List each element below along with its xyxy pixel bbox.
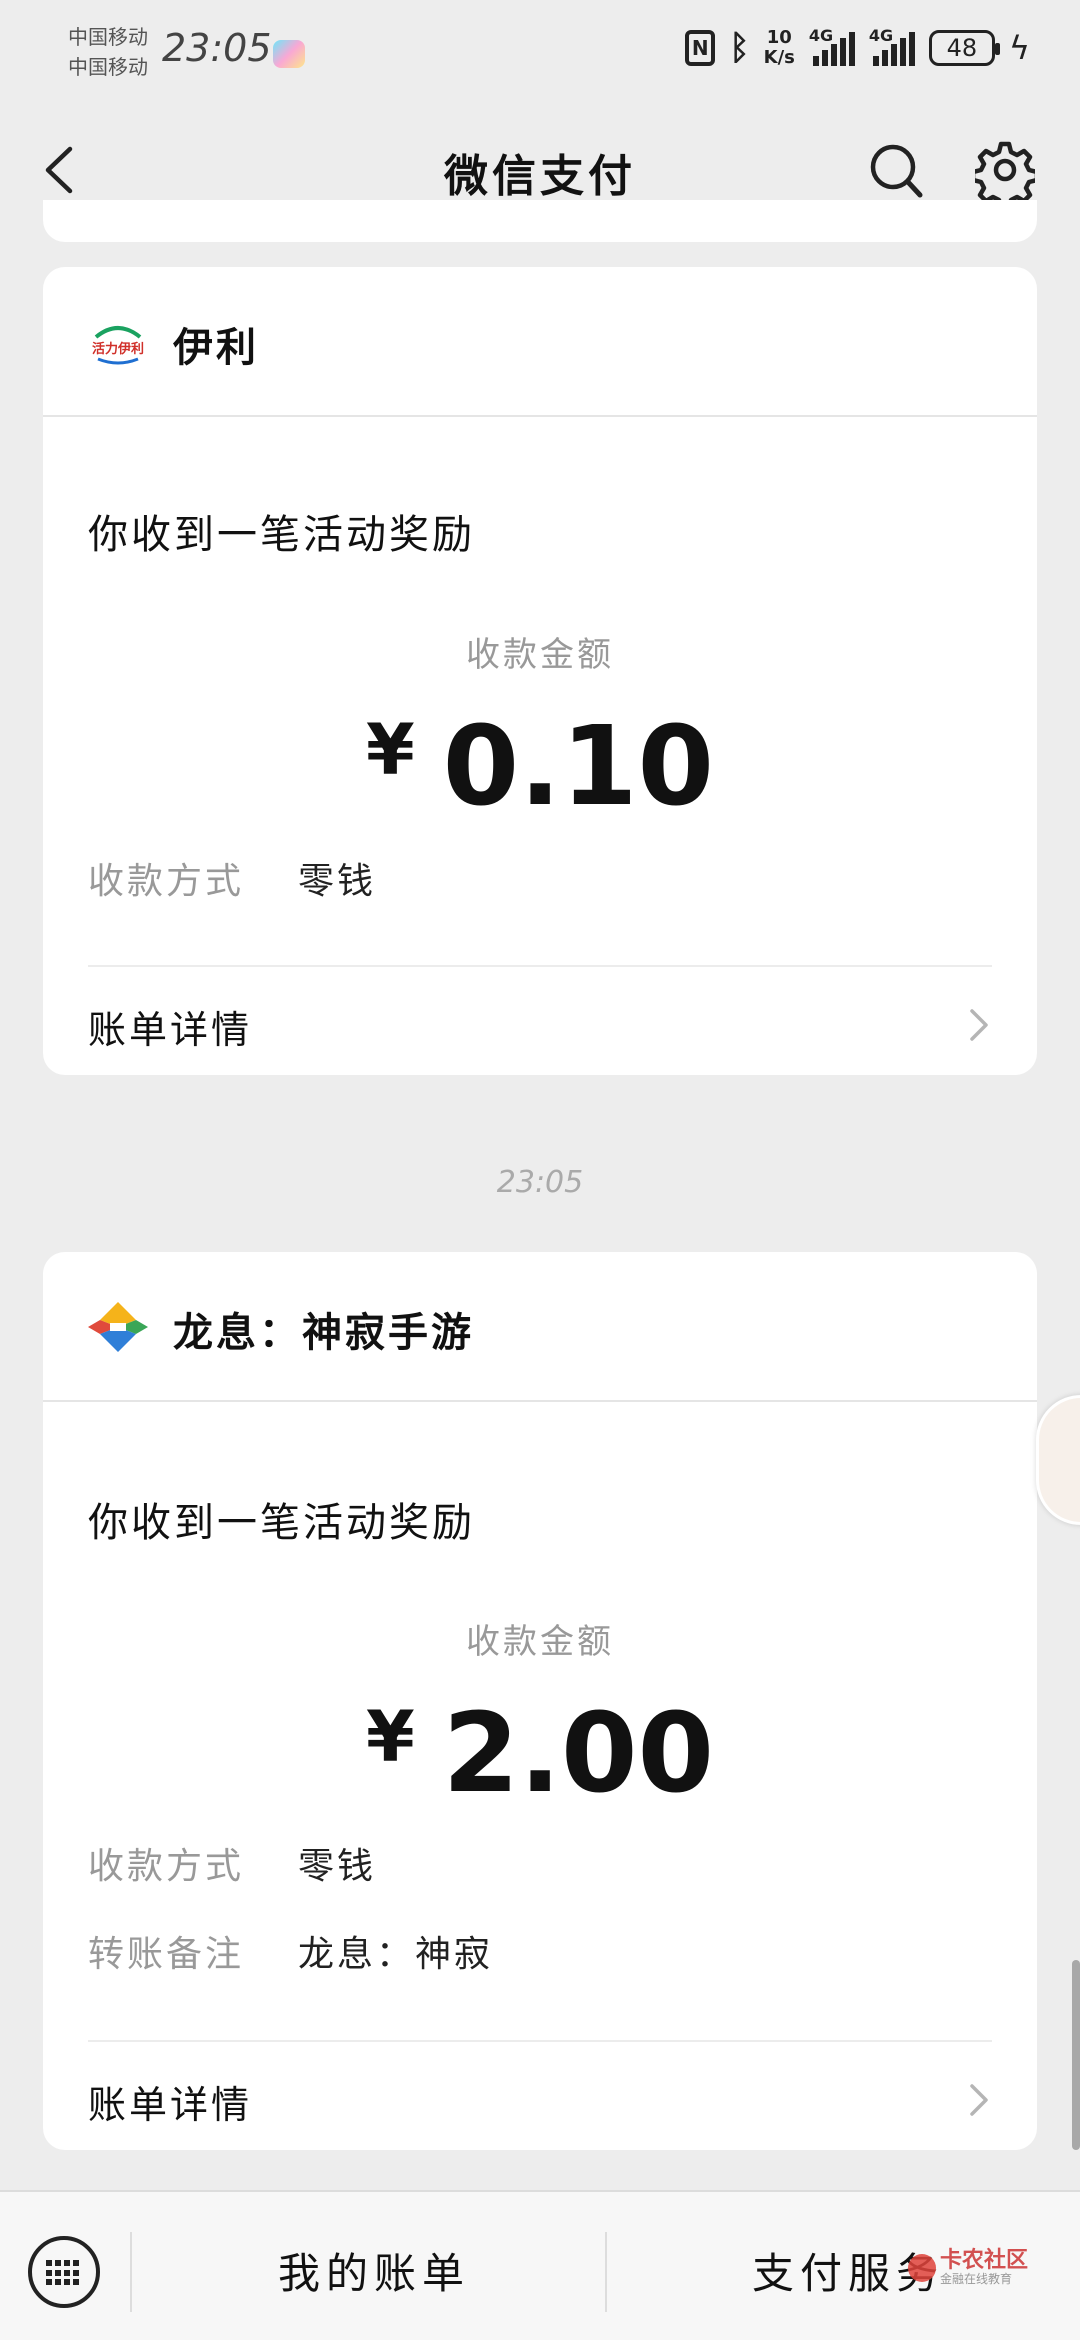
signal-bar <box>848 32 855 66</box>
signal-bar <box>899 38 906 66</box>
signal-icon-2: 4G <box>869 26 915 66</box>
previous-message-card <box>43 200 1037 242</box>
keyboard-toggle-button[interactable] <box>28 2236 100 2308</box>
message-title: 你收到一笔活动奖励 <box>88 512 475 558</box>
amount-value: ¥0.10 <box>43 702 1037 830</box>
payment-method-value: 零钱 <box>298 861 377 902</box>
status-time: 23:05 <box>162 26 272 70</box>
signal-bar <box>881 50 888 66</box>
status-indicators: N ᛒ 10 K/s 4G 4G 48 ϟ <box>685 26 1030 68</box>
gear-icon <box>970 141 1040 211</box>
merchant-name: 龙息：神寂手游 <box>173 1309 474 1356</box>
nfc-icon: N <box>685 30 716 66</box>
yili-logo-text: 活力伊利 <box>92 341 144 357</box>
bill-details-label: 账单详情 <box>88 1008 253 1052</box>
amount-number: 0.10 <box>442 702 715 830</box>
payment-method-label: 收款方式 <box>88 861 245 902</box>
watermark-text: 卡农社区 <box>940 2248 1029 2273</box>
settings-button[interactable] <box>970 140 1040 211</box>
signal-bar <box>890 44 897 66</box>
bill-details-link[interactable]: 账单详情 <box>88 2060 992 2140</box>
merchant-header[interactable]: 龙息：神寂手游 <box>43 1252 1037 1402</box>
payment-message-card: 活力伊利 伊利 你收到一笔活动奖励 收款金额 ¥0.10 收款方式 零钱 账单详… <box>43 267 1037 1075</box>
watermark: 卡农社区 金融在线教育 <box>908 2250 1028 2286</box>
divider <box>130 2232 132 2312</box>
amount-label: 收款金额 <box>466 1622 614 1662</box>
payment-message-card: 龙息：神寂手游 你收到一笔活动奖励 收款金额 ¥2.00 收款方式 零钱 转账备… <box>43 1252 1037 2150</box>
signal-1-label: 4G <box>808 26 834 45</box>
my-bills-tab[interactable]: 我的账单 <box>278 2240 470 2301</box>
message-title: 你收到一笔活动奖励 <box>88 1500 475 1546</box>
bill-details-link[interactable]: 账单详情 <box>88 985 992 1065</box>
battery-icon: 48 <box>928 30 1000 66</box>
merchant-name: 伊利 <box>173 324 259 371</box>
signal-bar <box>872 56 879 66</box>
signal-bar <box>908 32 915 66</box>
currency-symbol: ¥ <box>365 709 415 791</box>
notification-app-icon <box>273 40 305 68</box>
search-icon <box>870 144 923 198</box>
watermark-subtext: 金融在线教育 <box>940 2272 1013 2286</box>
net-speed-value: 10 <box>766 27 792 48</box>
net-speed: 10 K/s <box>764 28 795 68</box>
signal-bar <box>830 44 837 66</box>
merchant-header[interactable]: 活力伊利 伊利 <box>43 267 1037 417</box>
game-logo-icon <box>88 1302 148 1352</box>
keyboard-icon <box>46 2260 82 2286</box>
amount-number: 2.00 <box>442 1689 715 1817</box>
transfer-note-label: 转账备注 <box>88 1934 245 1975</box>
carrier-2: 中国移动 <box>68 55 148 79</box>
divider <box>605 2232 607 2312</box>
chevron-right-icon <box>970 2084 988 2116</box>
signal-bar <box>821 50 828 66</box>
bill-details-label: 账单详情 <box>88 2083 253 2127</box>
net-speed-unit: K/s <box>763 47 795 68</box>
signal-bar <box>812 56 819 66</box>
status-bar: 中国移动 中国移动 23:05 N ᛒ 10 K/s 4G 4G 48 ϟ <box>0 0 1080 105</box>
chevron-right-icon <box>970 1009 988 1041</box>
transfer-note-value: 龙息：神寂 <box>298 1934 494 1975</box>
divider <box>88 2040 992 2042</box>
amount-value: ¥2.00 <box>43 1689 1037 1817</box>
currency-symbol: ¥ <box>365 1696 415 1778</box>
message-timestamp: 23:05 <box>496 1165 584 1200</box>
carrier-labels: 中国移动 中国移动 <box>68 22 148 82</box>
bluetooth-icon: ᛒ <box>729 28 750 68</box>
scrollbar[interactable] <box>1072 1960 1080 2150</box>
charging-icon: ϟ <box>1008 29 1030 67</box>
signal-bar <box>839 38 846 66</box>
floating-assistant-bubble[interactable] <box>1036 1395 1080 1525</box>
search-button[interactable] <box>868 140 924 200</box>
payment-method-label: 收款方式 <box>88 1846 245 1887</box>
amount-label: 收款金额 <box>466 635 614 675</box>
signal-2-label: 4G <box>868 26 894 45</box>
signal-icon-1: 4G <box>809 26 855 66</box>
yili-logo-icon: 活力伊利 <box>92 326 144 365</box>
carrier-1: 中国移动 <box>68 25 148 49</box>
watermark-logo-icon <box>908 2254 936 2282</box>
payment-method-value: 零钱 <box>298 1846 377 1887</box>
divider <box>88 965 992 967</box>
bottom-menu-bar: 我的账单 支付服务 卡农社区 金融在线教育 <box>0 2190 1080 2340</box>
